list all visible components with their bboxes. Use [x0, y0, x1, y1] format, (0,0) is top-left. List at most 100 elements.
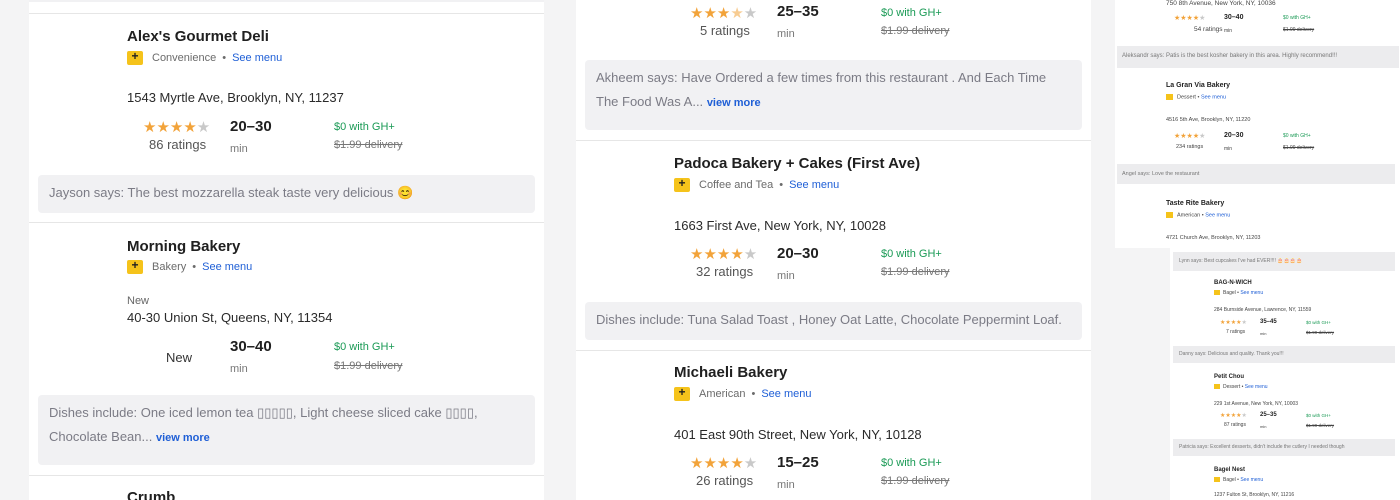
- mini-stars: ★★★★★: [1174, 15, 1206, 22]
- mini-see-menu[interactable]: See menu: [1240, 477, 1263, 483]
- see-menu-link[interactable]: See menu: [232, 52, 282, 64]
- ratings-count: 26 ratings: [696, 473, 754, 488]
- review-text: The Food Was A...: [596, 94, 704, 109]
- mini-address: 4721 Church Ave, Brooklyn, NY, 11203: [1166, 235, 1261, 241]
- mini-review: Angel says: Love the restaurant: [1122, 171, 1200, 177]
- delivery-fee: $1.99 delivery: [881, 25, 950, 37]
- eta-unit: min: [777, 28, 795, 40]
- mini-promo: $0 with GH+: [1283, 133, 1311, 139]
- star-rating: ★★★★★: [690, 246, 758, 263]
- mini-address: 4516 5th Ave, Brooklyn, NY, 11220: [1166, 117, 1251, 123]
- mini-eta: 20–30: [1224, 132, 1244, 139]
- mini-ratings: 54 ratings: [1194, 26, 1223, 33]
- restaurant-name[interactable]: Padoca Bakery + Cakes (First Ave): [674, 155, 920, 172]
- see-menu-link[interactable]: See menu: [202, 261, 252, 273]
- mini-ratings: 234 ratings: [1176, 144, 1204, 150]
- mini-panel-top: [1115, 0, 1400, 248]
- mini-eta: 30–40: [1224, 14, 1244, 21]
- mini-restaurant-name[interactable]: Bagel Nest: [1214, 467, 1245, 473]
- mini-meta: American • See menu: [1166, 212, 1230, 218]
- delivery-eta: 20–30: [230, 118, 272, 135]
- review-box-stub: [29, 0, 544, 2]
- mini-eta: 35–45: [1260, 319, 1277, 325]
- restaurant-list-left: Alex's Gourmet Deli Convenience • See me…: [29, 0, 544, 500]
- delivery-fee: $1.99 delivery: [881, 266, 950, 278]
- mini-eta-unit: min: [1260, 331, 1267, 336]
- restaurant-list-middle: ★★★★★ 5 ratings 25–35 min $0 with GH+ $1…: [576, 0, 1091, 500]
- restaurant-card[interactable]: Michaeli Bakery American • See menu 401 …: [576, 350, 1091, 500]
- gh-plus-promo: $0 with GH+: [881, 248, 942, 260]
- delivery-fee: $1.99 delivery: [881, 475, 950, 487]
- gh-plus-promo: $0 with GH+: [334, 121, 395, 133]
- separator-dot: •: [192, 261, 197, 273]
- restaurant-address: 401 East 90th Street, New York, NY, 1012…: [674, 427, 922, 442]
- restaurant-category: American: [699, 388, 746, 400]
- restaurant-card[interactable]: Padoca Bakery + Cakes (First Ave) Coffee…: [576, 140, 1091, 350]
- mini-review: Danny says: Delicious and quality. Thank…: [1179, 351, 1284, 357]
- mini-review: Patricia says: Excellent desserts, didn'…: [1179, 444, 1345, 450]
- delivery-eta: 30–40: [230, 338, 272, 355]
- mini-restaurant-name[interactable]: Taste Rite Bakery: [1166, 200, 1224, 207]
- mini-restaurant-name[interactable]: BAG-N-WICH: [1214, 280, 1252, 286]
- restaurant-card[interactable]: Alex's Gourmet Deli Convenience • See me…: [29, 13, 544, 222]
- grubhub-plus-icon: [127, 49, 143, 65]
- mini-restaurant-name[interactable]: Petit Chou: [1214, 374, 1244, 380]
- mini-eta: 25–35: [1260, 412, 1277, 418]
- grubhub-plus-icon: [674, 385, 690, 401]
- separator-dot: •: [779, 179, 784, 191]
- view-more-link[interactable]: view more: [156, 432, 210, 444]
- restaurant-address: 1663 First Ave, New York, NY, 10028: [674, 218, 886, 233]
- restaurant-address: 40-30 Union St, Queens, NY, 11354: [127, 310, 333, 325]
- mini-review: Aleksandr says: Patis is the best kosher…: [1122, 53, 1338, 59]
- mini-delivery: $1.99 delivery: [1283, 27, 1315, 33]
- restaurant-address: 1543 Myrtle Ave, Brooklyn, NY, 11237: [127, 90, 344, 105]
- mini-promo: $0 with GH+: [1283, 15, 1311, 21]
- mini-see-menu[interactable]: See menu: [1240, 290, 1263, 296]
- mini-category: American: [1177, 212, 1201, 219]
- gh-plus-promo: $0 with GH+: [881, 7, 942, 19]
- restaurant-meta: Bakery • See menu: [127, 258, 252, 274]
- review-text: Akheem says: Have Ordered a few times fr…: [596, 70, 1047, 85]
- new-tag: New: [127, 295, 150, 307]
- review-text: Jayson says: The best mozzarella steak t…: [49, 185, 414, 200]
- view-more-link[interactable]: view more: [707, 97, 761, 109]
- restaurant-name[interactable]: Morning Bakery: [127, 238, 240, 255]
- mini-stars: ★★★★★: [1220, 320, 1247, 326]
- ratings-count: 5 ratings: [700, 23, 750, 38]
- eta-unit: min: [777, 479, 795, 491]
- mini-address: 229 1st Avenue, New York, NY, 10003: [1214, 401, 1299, 407]
- mini-category: Bagel: [1223, 290, 1236, 296]
- delivery-fee: $1.99 delivery: [334, 139, 403, 151]
- restaurant-name[interactable]: Michaeli Bakery: [674, 364, 787, 381]
- review-box: Dishes include: One iced lemon tea ▯▯▯▯▯…: [38, 395, 535, 465]
- mini-category: Dessert: [1223, 384, 1241, 390]
- mini-address: 1237 Fulton St, Brooklyn, NY, 11216: [1214, 492, 1295, 498]
- mini-see-menu[interactable]: See menu: [1245, 384, 1268, 390]
- restaurant-category: Bakery: [152, 261, 187, 273]
- mini-see-menu[interactable]: See menu: [1201, 94, 1226, 100]
- restaurant-card[interactable]: Morning Bakery Bakery • See menu New 40-…: [29, 222, 544, 475]
- restaurant-card[interactable]: ★★★★★ 5 ratings 25–35 min $0 with GH+ $1…: [576, 0, 1091, 140]
- mini-preview-panel: 750 8th Avenue, New York, NY, 10036 ★★★★…: [1110, 0, 1400, 500]
- restaurant-meta: Convenience • See menu: [127, 49, 282, 65]
- eta-unit: min: [230, 363, 248, 375]
- see-menu-link[interactable]: See menu: [761, 388, 811, 400]
- delivery-eta: 15–25: [777, 454, 819, 471]
- mini-panel-bottom: [1170, 248, 1400, 500]
- see-menu-link[interactable]: See menu: [789, 179, 839, 191]
- restaurant-name[interactable]: Alex's Gourmet Deli: [127, 28, 269, 45]
- mini-delivery: $1.99 delivery: [1306, 330, 1335, 335]
- grubhub-plus-icon: [674, 176, 690, 192]
- review-box: Jayson says: The best mozzarella steak t…: [38, 175, 535, 213]
- mini-restaurant-name[interactable]: La Gran Via Bakery: [1166, 82, 1230, 89]
- mini-see-menu[interactable]: See menu: [1205, 212, 1230, 218]
- eta-unit: min: [777, 270, 795, 282]
- ratings-count: 32 ratings: [696, 264, 754, 279]
- restaurant-card[interactable]: Crumb: [29, 475, 544, 500]
- grubhub-plus-icon: [127, 258, 143, 274]
- mini-meta: Bagel • See menu: [1214, 290, 1263, 296]
- mini-review: Lynn says: Best cupcakes I've had EVER!!…: [1179, 258, 1303, 264]
- review-text: Dishes include: Tuna Salad Toast , Honey…: [596, 312, 1062, 327]
- restaurant-name[interactable]: Crumb: [127, 489, 175, 500]
- restaurant-meta: Coffee and Tea • See menu: [674, 176, 839, 192]
